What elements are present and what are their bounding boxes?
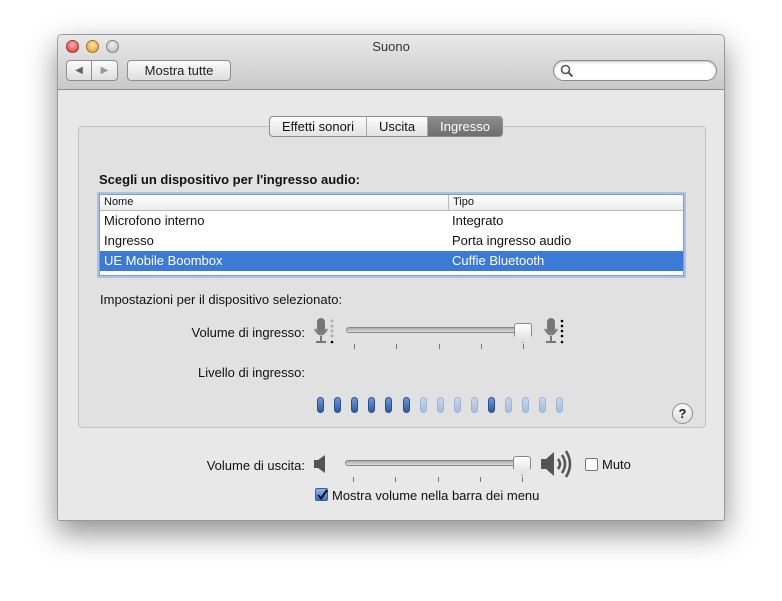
table-header: Nome Tipo bbox=[100, 195, 683, 211]
level-pill bbox=[453, 397, 461, 413]
forward-button[interactable]: ▶ bbox=[91, 60, 118, 81]
tab-input[interactable]: Ingresso bbox=[428, 117, 503, 136]
column-name[interactable]: Nome bbox=[104, 195, 133, 210]
level-pill bbox=[539, 397, 547, 413]
tick bbox=[481, 344, 482, 349]
device-table: Nome Tipo Microfono interno Integrato Ing… bbox=[99, 194, 684, 276]
device-type: Porta ingresso audio bbox=[452, 233, 572, 248]
device-type: Integrato bbox=[452, 213, 504, 228]
input-volume-label: Volume di ingresso: bbox=[191, 325, 305, 340]
table-row[interactable]: Ingresso Porta ingresso audio bbox=[100, 231, 683, 251]
tick bbox=[354, 344, 355, 349]
level-pill bbox=[488, 397, 495, 413]
device-heading: Scegli un dispositivo per l'ingresso aud… bbox=[99, 172, 360, 187]
level-pill bbox=[556, 397, 564, 413]
level-pill bbox=[436, 397, 444, 413]
speaker-high-icon bbox=[541, 450, 572, 478]
level-pill bbox=[505, 397, 513, 413]
speaker-low-icon bbox=[314, 455, 325, 473]
microphone-high-icon bbox=[544, 318, 564, 344]
tab-output[interactable]: Uscita bbox=[367, 117, 429, 136]
device-type: Cuffie Bluetooth bbox=[452, 253, 545, 268]
show-volume-in-menu-label: Mostra volume nella barra dei menu bbox=[332, 488, 540, 503]
toolbar: Suono ◀ ▶ Mostra tutte bbox=[58, 35, 724, 90]
help-button[interactable]: ? bbox=[672, 403, 693, 424]
tick bbox=[353, 477, 354, 482]
output-volume-label: Volume di uscita: bbox=[206, 458, 305, 473]
tick bbox=[480, 477, 481, 482]
mute-checkbox[interactable] bbox=[585, 458, 598, 471]
device-name: UE Mobile Boombox bbox=[104, 253, 223, 268]
settings-label: Impostazioni per il dispositivo selezion… bbox=[100, 292, 343, 307]
back-button[interactable]: ◀ bbox=[66, 60, 92, 81]
device-name: Microfono interno bbox=[104, 213, 205, 228]
column-type[interactable]: Tipo bbox=[448, 195, 474, 211]
output-volume-knob[interactable] bbox=[513, 456, 531, 476]
input-level-label: Livello di ingresso: bbox=[198, 365, 305, 380]
show-volume-in-menu-checkbox[interactable] bbox=[315, 488, 328, 501]
level-pill bbox=[522, 397, 530, 413]
tick bbox=[396, 344, 397, 349]
tab-bar: Effetti sonori Uscita Ingresso bbox=[269, 116, 504, 137]
tick bbox=[395, 477, 396, 482]
sound-preferences-window: Suono ◀ ▶ Mostra tutte Effetti sonori Us… bbox=[57, 34, 725, 521]
level-pill bbox=[419, 397, 427, 413]
search-input[interactable] bbox=[553, 60, 717, 81]
tab-sound-effects[interactable]: Effetti sonori bbox=[270, 117, 368, 136]
level-pill bbox=[402, 397, 410, 413]
tick bbox=[523, 344, 524, 349]
input-volume-slider[interactable] bbox=[346, 327, 524, 333]
level-pill bbox=[385, 397, 393, 413]
level-pill bbox=[351, 397, 359, 413]
microphone-low-icon bbox=[314, 318, 334, 344]
table-row-selected[interactable]: UE Mobile Boombox Cuffie Bluetooth bbox=[100, 251, 683, 271]
show-all-button[interactable]: Mostra tutte bbox=[127, 60, 231, 81]
tick bbox=[438, 477, 439, 482]
device-name: Ingresso bbox=[104, 233, 154, 248]
window-title: Suono bbox=[372, 39, 410, 54]
table-row[interactable]: Microfono interno Integrato bbox=[100, 211, 683, 231]
level-pill bbox=[317, 397, 324, 413]
tick bbox=[522, 477, 523, 482]
level-pill bbox=[470, 397, 478, 413]
output-volume-slider[interactable] bbox=[345, 460, 523, 466]
search-icon bbox=[560, 64, 574, 78]
level-pill bbox=[334, 397, 342, 413]
level-pill bbox=[368, 397, 376, 413]
mute-label: Muto bbox=[602, 457, 631, 472]
checkmark-icon bbox=[317, 489, 328, 501]
tick bbox=[439, 344, 440, 349]
